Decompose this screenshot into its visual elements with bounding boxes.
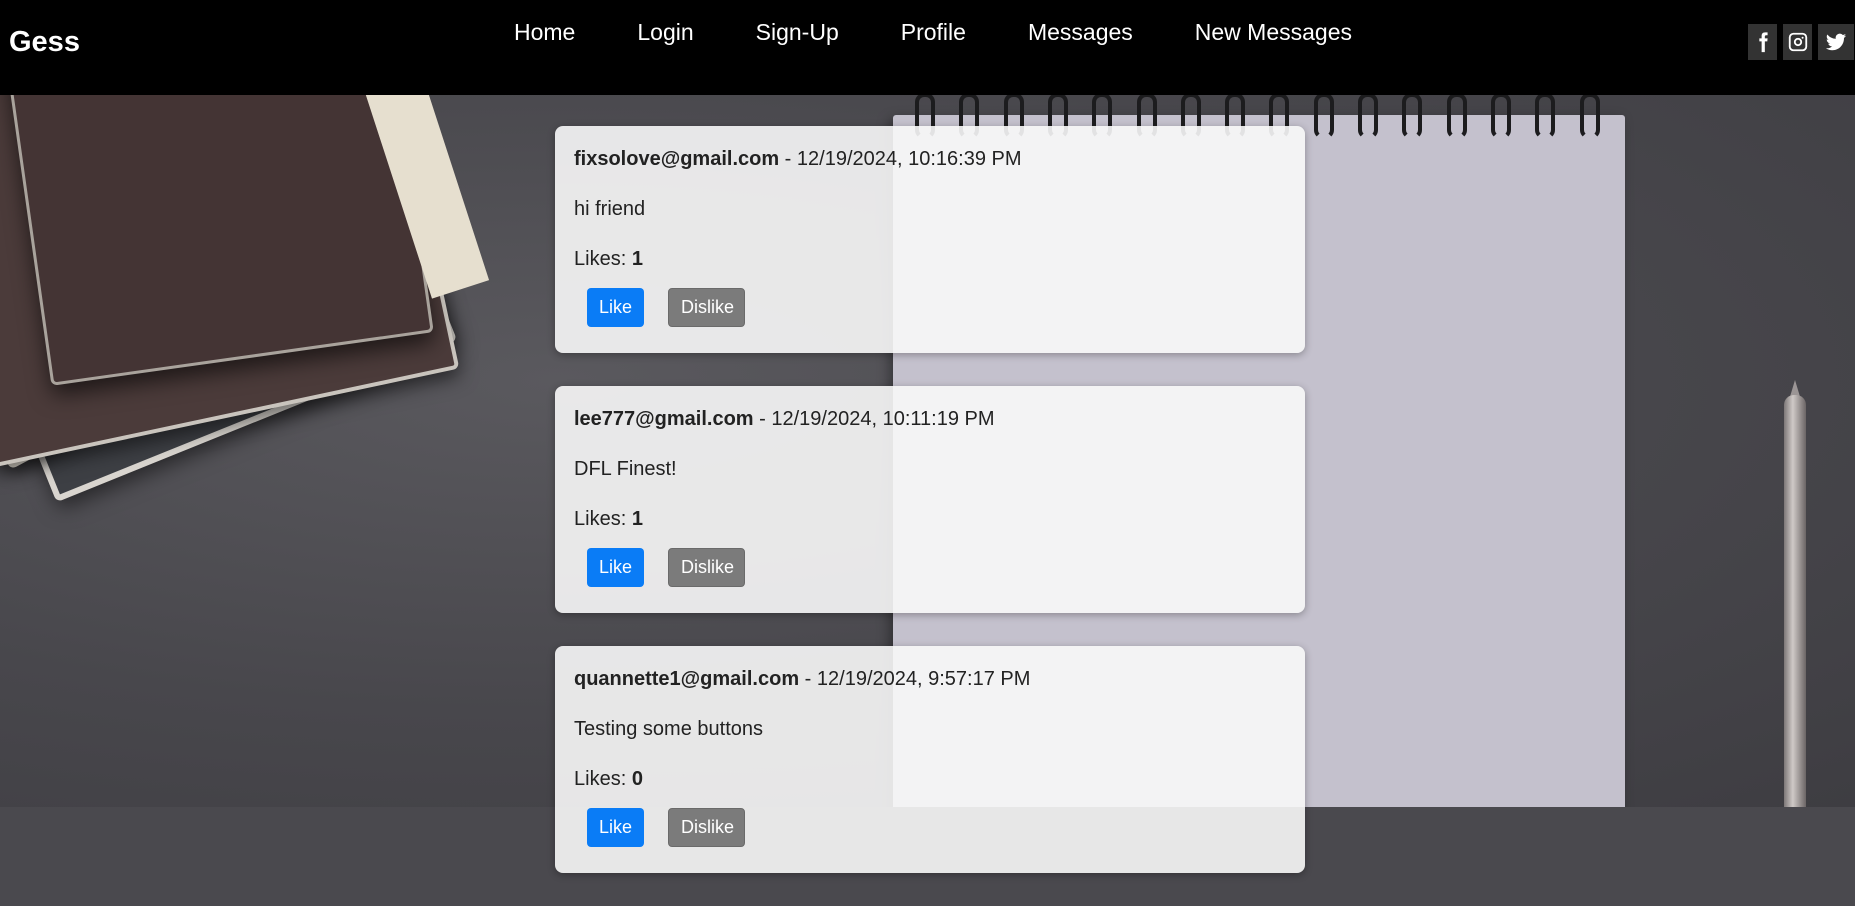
message-card: fixsolove@gmail.com - 12/19/2024, 10:16:…: [555, 126, 1305, 353]
message-timestamp: 12/19/2024, 10:16:39 PM: [796, 148, 1022, 170]
nav-profile[interactable]: Profile: [901, 19, 966, 46]
message-text: hi friend: [574, 198, 646, 220]
likes-value: 0: [631, 768, 643, 790]
nav-new-messages[interactable]: New Messages: [1195, 19, 1352, 46]
navbar: Gess Home Login Sign-Up Profile Messages…: [0, 0, 1855, 95]
likes-value: 1: [631, 248, 643, 270]
author-email: quannette1@gmail.com: [574, 668, 800, 690]
nav-signup[interactable]: Sign-Up: [756, 19, 839, 46]
meta-separator: -: [753, 408, 772, 430]
meta-separator: -: [779, 148, 797, 170]
facebook-icon[interactable]: [1748, 24, 1777, 60]
like-button[interactable]: Like: [587, 548, 644, 587]
message-actions: Like Dislike: [574, 288, 1286, 327]
notebook-ring: [1402, 95, 1423, 139]
dislike-button[interactable]: Dislike: [668, 808, 745, 847]
author-email: fixsolove@gmail.com: [574, 148, 780, 170]
message-meta: fixsolove@gmail.com - 12/19/2024, 10:16:…: [574, 148, 1286, 170]
nav-home[interactable]: Home: [514, 19, 575, 46]
instagram-icon[interactable]: [1783, 24, 1812, 60]
twitter-icon[interactable]: [1818, 24, 1854, 60]
likes-label: Likes:: [574, 248, 632, 270]
likes-label: Likes:: [574, 508, 632, 530]
author-email: lee777@gmail.com: [574, 408, 754, 430]
like-button[interactable]: Like: [587, 808, 644, 847]
social-links: [1748, 24, 1854, 60]
message-text: DFL Finest!: [574, 458, 677, 480]
like-button[interactable]: Like: [587, 288, 644, 327]
notebook-ring: [1490, 95, 1511, 139]
likes-value: 1: [631, 508, 643, 530]
dislike-button[interactable]: Dislike: [668, 288, 745, 327]
pen-decoration: [1784, 395, 1806, 807]
nav-login[interactable]: Login: [637, 19, 693, 46]
message-card: lee777@gmail.com - 12/19/2024, 10:11:19 …: [555, 386, 1305, 613]
likes-label: Likes:: [574, 768, 632, 790]
nav-messages[interactable]: Messages: [1028, 19, 1133, 46]
notebook-ring: [1579, 95, 1600, 139]
meta-separator: -: [799, 668, 817, 690]
message-meta: lee777@gmail.com - 12/19/2024, 10:11:19 …: [574, 408, 1286, 430]
message-actions: Like Dislike: [574, 808, 1286, 847]
notebook-ring: [1358, 95, 1378, 139]
message-timestamp: 12/19/2024, 9:57:17 PM: [816, 668, 1031, 690]
likes-count: Likes: 1: [574, 248, 1286, 270]
brand-logo[interactable]: Gess: [9, 26, 80, 59]
message-timestamp: 12/19/2024, 10:11:19 PM: [771, 408, 995, 430]
notebook-ring: [1535, 95, 1556, 139]
message-actions: Like Dislike: [574, 548, 1286, 587]
message-text: Testing some buttons: [574, 718, 763, 740]
notebook-ring: [1446, 95, 1467, 139]
likes-count: Likes: 1: [574, 508, 1286, 530]
notebook-ring: [1313, 95, 1334, 139]
message-card: quannette1@gmail.com - 12/19/2024, 9:57:…: [555, 646, 1305, 873]
likes-count: Likes: 0: [574, 768, 1286, 790]
message-meta: quannette1@gmail.com - 12/19/2024, 9:57:…: [574, 668, 1286, 690]
nav-links: Home Login Sign-Up Profile Messages New …: [483, 19, 1383, 46]
message-feed: fixsolove@gmail.com - 12/19/2024, 10:16:…: [555, 126, 1305, 906]
dislike-button[interactable]: Dislike: [668, 548, 745, 587]
